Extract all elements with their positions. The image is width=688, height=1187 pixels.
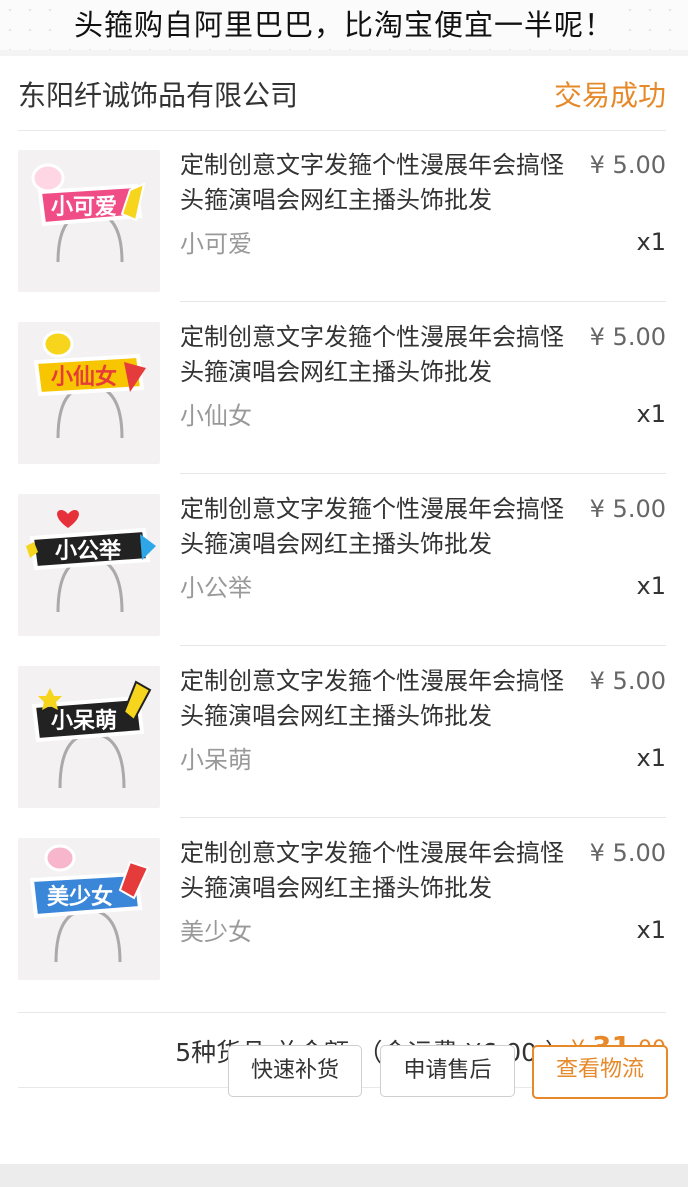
item-info: 定制创意文字发箍个性漫展年会搞怪头箍演唱会网红主播头饰批发 ¥ 5.00 小仙女… — [180, 302, 666, 474]
shop-header[interactable]: 东阳纤诚饰品有限公司 交易成功 — [18, 56, 666, 131]
bottom-divider — [0, 1164, 688, 1187]
item-title[interactable]: 定制创意文字发箍个性漫展年会搞怪头箍演唱会网红主播头饰批发 — [180, 836, 585, 906]
item-variant: 小公举 — [180, 574, 252, 602]
product-thumbnail[interactable]: 美少女 — [18, 838, 160, 980]
item-price: ¥ 5.00 — [589, 667, 666, 695]
order-item[interactable]: 小仙女 定制创意文字发箍个性漫展年会搞怪头箍演唱会网红主播头饰批发 ¥ 5.00… — [18, 302, 666, 474]
item-title[interactable]: 定制创意文字发箍个性漫展年会搞怪头箍演唱会网红主播头饰批发 — [180, 320, 585, 390]
thumb-text: 小公举 — [55, 538, 122, 564]
thumb-text: 小可爱 — [51, 195, 117, 220]
shop-name[interactable]: 东阳纤诚饰品有限公司 — [18, 74, 298, 114]
order-status: 交易成功 — [553, 79, 666, 112]
order-item[interactable]: 小可爱 定制创意文字发箍个性漫展年会搞怪头箍演唱会网红主播头饰批发 ¥ 5.00… — [18, 130, 666, 302]
item-info: 定制创意文字发箍个性漫展年会搞怪头箍演唱会网红主播头饰批发 ¥ 5.00 小公举… — [180, 474, 666, 646]
item-title[interactable]: 定制创意文字发箍个性漫展年会搞怪头箍演唱会网红主播头饰批发 — [180, 148, 585, 218]
item-info: 定制创意文字发箍个性漫展年会搞怪头箍演唱会网红主播头饰批发 ¥ 5.00 美少女… — [180, 818, 666, 990]
item-quantity: x1 — [636, 744, 666, 772]
item-quantity: x1 — [636, 400, 666, 428]
order-item[interactable]: 美少女 定制创意文字发箍个性漫展年会搞怪头箍演唱会网红主播头饰批发 ¥ 5.00… — [18, 818, 666, 990]
headband-image: 美少女 — [29, 844, 150, 963]
item-price: ¥ 5.00 — [589, 495, 666, 523]
headband-image: 小仙女 — [33, 330, 146, 439]
item-quantity: x1 — [636, 916, 666, 944]
product-thumbnail[interactable]: 小可爱 — [18, 150, 160, 292]
product-thumbnail[interactable]: 小公举 — [18, 494, 160, 636]
order-item[interactable]: 小呆萌 定制创意文字发箍个性漫展年会搞怪头箍演唱会网红主播头饰批发 ¥ 5.00… — [18, 646, 666, 818]
item-variant: 小仙女 — [180, 402, 252, 430]
product-thumbnail[interactable]: 小呆萌 — [18, 666, 160, 808]
item-info: 定制创意文字发箍个性漫展年会搞怪头箍演唱会网红主播头饰批发 ¥ 5.00 小可爱… — [180, 130, 666, 302]
product-thumbnail[interactable]: 小仙女 — [18, 322, 160, 464]
thumb-text: 美少女 — [47, 884, 113, 910]
item-variant: 小呆萌 — [180, 746, 252, 774]
order-card: 东阳纤诚饰品有限公司 交易成功 小可爱 定制创意文字发箍个性漫展年会搞怪头箍演唱… — [0, 56, 688, 1164]
thumb-text: 小呆萌 — [51, 709, 117, 734]
item-price: ¥ 5.00 — [589, 151, 666, 179]
headband-image: 小呆萌 — [31, 680, 152, 789]
order-item[interactable]: 小公举 定制创意文字发箍个性漫展年会搞怪头箍演唱会网红主播头饰批发 ¥ 5.00… — [18, 474, 666, 646]
item-title[interactable]: 定制创意文字发箍个性漫展年会搞怪头箍演唱会网红主播头饰批发 — [180, 492, 585, 562]
item-quantity: x1 — [636, 228, 666, 256]
item-info: 定制创意文字发箍个性漫展年会搞怪头箍演唱会网红主播头饰批发 ¥ 5.00 小呆萌… — [180, 646, 666, 818]
item-price: ¥ 5.00 — [589, 839, 666, 867]
item-price: ¥ 5.00 — [589, 323, 666, 351]
headband-image: 小公举 — [26, 509, 156, 613]
item-title[interactable]: 定制创意文字发箍个性漫展年会搞怪头箍演唱会网红主播头饰批发 — [180, 664, 585, 734]
headband-image: 小可爱 — [31, 163, 146, 263]
item-variant: 小可爱 — [180, 230, 252, 258]
quick-restock-button[interactable]: 快速补货 — [228, 1045, 362, 1097]
top-banner: 头箍购自阿里巴巴，比淘宝便宜一半呢！ — [0, 0, 688, 50]
item-variant: 美少女 — [180, 918, 252, 946]
item-quantity: x1 — [636, 572, 666, 600]
thumb-text: 小仙女 — [51, 364, 117, 390]
view-logistics-button[interactable]: 查看物流 — [532, 1045, 668, 1099]
after-sale-button[interactable]: 申请售后 — [380, 1045, 515, 1097]
banner-text: 头箍购自阿里巴巴，比淘宝便宜一半呢！ — [67, 8, 620, 42]
